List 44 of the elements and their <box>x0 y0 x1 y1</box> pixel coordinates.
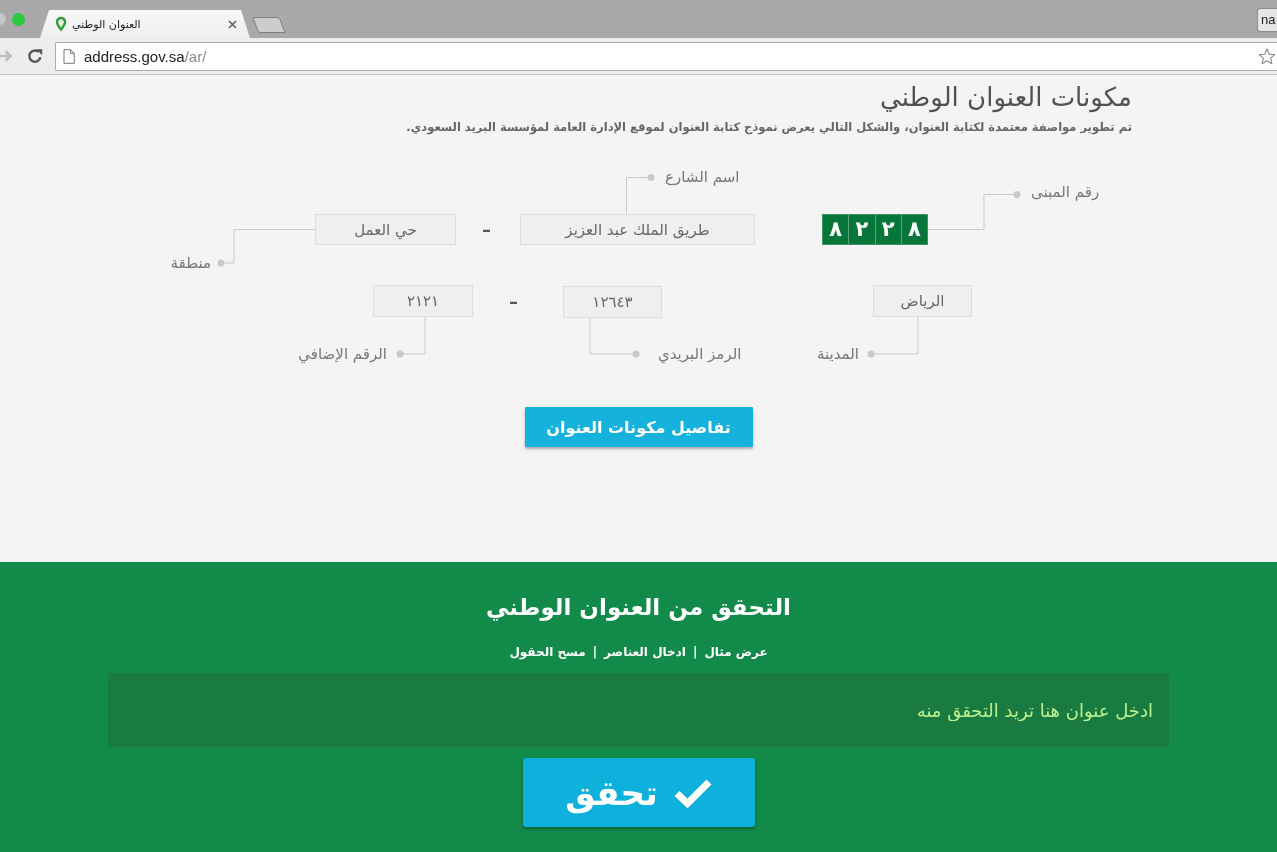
digit-cell: ٢ <box>875 215 902 244</box>
new-tab-button[interactable] <box>252 16 286 34</box>
verify-button[interactable]: تحقق <box>522 758 755 827</box>
connector-line <box>589 317 640 358</box>
map-pin-icon <box>55 16 67 32</box>
field-label: الرقم الإضافي <box>298 345 387 363</box>
dash-separator: – <box>482 218 491 242</box>
field-value: طريق الملك عبد العزيز <box>520 214 755 245</box>
section-title: التحقق من العنوان الوطني <box>486 593 791 622</box>
section-description: تم تطوير مواصفة معتمدة لكتابة العنوان، والشكل التالي يعرض نموذج كتابة العنوان لموقع الإدارة العامة لمؤسسة البريد السعودي. <box>406 119 1132 136</box>
dash-separator: – <box>509 290 518 314</box>
digit-cell-text: ٨ <box>906 216 922 243</box>
link-separator: | <box>693 644 698 660</box>
action-link[interactable]: مسح الحقول <box>509 644 586 660</box>
address-bar[interactable]: address.gov.sa/ar/ <box>55 41 1277 71</box>
field-value: حي العمل <box>315 214 456 245</box>
field-value: ١٢٦٤٣ <box>563 286 662 318</box>
right-arrow-icon[interactable] <box>0 49 13 63</box>
field-label: اسم الشارع <box>665 168 740 186</box>
star-icon[interactable] <box>1258 47 1276 65</box>
action-link[interactable]: عرض مثال <box>704 644 768 660</box>
connector-line <box>867 316 919 358</box>
field-value: الرياض <box>873 285 972 317</box>
field-value: ٢١٢١ <box>373 285 473 317</box>
digit-cell: ٨ <box>823 215 850 244</box>
page-icon <box>63 48 75 64</box>
field-label: المدينة <box>816 345 859 363</box>
digit-cell: ٢ <box>849 215 876 244</box>
action-link[interactable]: ادخال العناصر <box>604 644 686 660</box>
details-button[interactable]: تفاصيل مكونات العنوان <box>524 407 753 447</box>
section-title: مكونات العنوان الوطني <box>880 81 1132 113</box>
close-icon[interactable] <box>228 19 237 29</box>
field-label: رقم المبنى <box>1031 183 1100 201</box>
checkmark-icon <box>673 777 712 808</box>
connector-line <box>626 174 655 215</box>
window-button-icon[interactable] <box>0 13 6 25</box>
profile-button[interactable]: na <box>1257 8 1277 32</box>
connector-line <box>396 316 426 358</box>
link-separator: | <box>592 644 598 660</box>
address-input[interactable]: ادخل عنوان هنا تريد التحقق منه <box>108 673 1169 747</box>
browser-tab[interactable]: العنوان الوطني <box>40 10 250 38</box>
field-label: منطقة <box>170 254 211 272</box>
reload-icon[interactable] <box>27 48 43 64</box>
field-label: الرمز البريدي <box>658 345 742 363</box>
